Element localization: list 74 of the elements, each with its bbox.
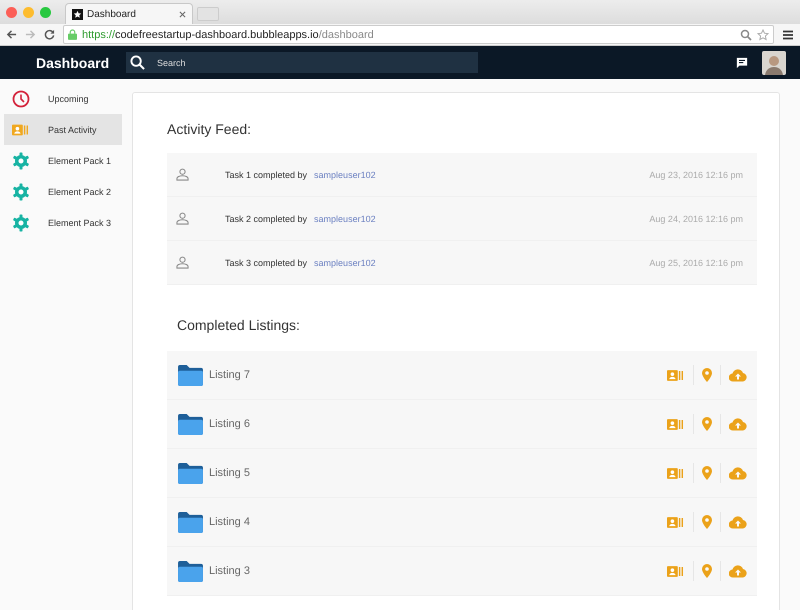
location-pin-icon[interactable] bbox=[702, 564, 712, 578]
listing-name: Listing 6 bbox=[209, 418, 250, 430]
section-title: Activity Feed: bbox=[167, 121, 252, 137]
search-icon[interactable] bbox=[740, 28, 752, 40]
sidebar-item[interactable]: Element Pack 2 bbox=[4, 176, 122, 207]
timestamp: Aug 25, 2016 12:16 pm bbox=[649, 258, 743, 268]
contact-card-icon[interactable] bbox=[667, 466, 685, 480]
search-icon bbox=[130, 55, 145, 70]
contact-card-icon[interactable] bbox=[667, 516, 685, 528]
listing-row[interactable]: Listing 4 bbox=[167, 498, 757, 547]
avatar-icon[interactable] bbox=[762, 50, 786, 74]
gear-icon bbox=[12, 214, 30, 232]
reload-icon[interactable] bbox=[44, 29, 55, 40]
user-icon bbox=[176, 256, 189, 269]
gear-icon bbox=[12, 152, 30, 170]
listing-row[interactable]: Listing 6 bbox=[167, 400, 757, 449]
listing-name: Listing 3 bbox=[209, 565, 250, 577]
search-bar[interactable]: Search bbox=[126, 52, 478, 73]
gear-icon bbox=[12, 182, 30, 200]
timestamp: Aug 24, 2016 12:16 pm bbox=[649, 214, 743, 224]
address-bar[interactable]: https://codefreestartup-dashboard.bubbleapps.io/dashboard bbox=[63, 25, 774, 44]
search-field[interactable]: Search bbox=[155, 56, 474, 68]
sidebar-item[interactable]: Past Activity bbox=[4, 114, 122, 145]
section-title: Completed Listings: bbox=[177, 317, 301, 333]
close-icon[interactable] bbox=[179, 10, 186, 18]
user-link[interactable]: sampleuser102 bbox=[314, 258, 376, 268]
star-icon[interactable] bbox=[757, 28, 769, 40]
cloud-upload-icon[interactable] bbox=[729, 564, 747, 578]
user-link[interactable]: sampleuser102 bbox=[314, 214, 376, 224]
sidebar-item[interactable]: Element Pack 1 bbox=[4, 145, 122, 176]
sidebar-item[interactable]: Element Pack 3 bbox=[4, 207, 122, 238]
activity-text: Task 2 completed by bbox=[225, 214, 308, 224]
new-tab-button[interactable] bbox=[197, 7, 219, 21]
cloud-upload-icon[interactable] bbox=[729, 418, 747, 430]
app-title[interactable]: Dashboard bbox=[36, 54, 126, 70]
folder-icon bbox=[177, 412, 204, 436]
listing-name: Listing 7 bbox=[209, 369, 250, 381]
user-icon bbox=[176, 212, 189, 225]
location-pin-icon[interactable] bbox=[702, 466, 712, 480]
forward-icon[interactable] bbox=[25, 29, 36, 40]
folder-icon bbox=[177, 364, 204, 386]
cloud-upload-icon[interactable] bbox=[729, 368, 747, 382]
cloud-upload-icon[interactable] bbox=[729, 516, 747, 528]
user-icon bbox=[176, 168, 189, 181]
listing-name: Listing 4 bbox=[209, 516, 250, 528]
cloud-upload-icon[interactable] bbox=[729, 466, 747, 480]
maximize-window-icon[interactable] bbox=[40, 6, 51, 18]
contact-card-icon[interactable] bbox=[667, 564, 685, 578]
activity-text: Task 1 completed by bbox=[225, 170, 308, 180]
timestamp: Aug 23, 2016 12:16 pm bbox=[649, 170, 743, 180]
location-pin-icon[interactable] bbox=[702, 515, 712, 529]
user-link[interactable]: sampleuser102 bbox=[314, 170, 376, 180]
back-icon[interactable] bbox=[6, 29, 17, 40]
lock-icon bbox=[68, 29, 77, 40]
folder-icon bbox=[177, 462, 204, 484]
contact-card-icon[interactable] bbox=[667, 418, 685, 430]
close-window-icon[interactable] bbox=[6, 6, 17, 18]
folder-icon bbox=[177, 560, 204, 582]
folder-icon bbox=[177, 510, 204, 534]
listing-name: Listing 5 bbox=[209, 467, 250, 479]
contact-card-icon[interactable] bbox=[667, 368, 685, 382]
location-pin-icon[interactable] bbox=[702, 417, 712, 431]
location-pin-icon[interactable] bbox=[702, 368, 712, 382]
sidebar-item[interactable]: Upcoming bbox=[4, 83, 122, 114]
minimize-window-icon[interactable] bbox=[23, 6, 34, 18]
activity-text: Task 3 completed by bbox=[225, 258, 308, 268]
listing-row[interactable]: Listing 5 bbox=[167, 449, 757, 498]
star-icon bbox=[72, 8, 83, 20]
listing-row[interactable]: Listing 7 bbox=[167, 351, 757, 400]
chat-icon[interactable] bbox=[736, 56, 748, 68]
browser-tab[interactable]: Dashboard bbox=[65, 3, 193, 24]
listing-row[interactable]: Listing 3 bbox=[167, 547, 757, 596]
clock-icon bbox=[12, 90, 30, 108]
menu-icon[interactable] bbox=[782, 28, 794, 40]
